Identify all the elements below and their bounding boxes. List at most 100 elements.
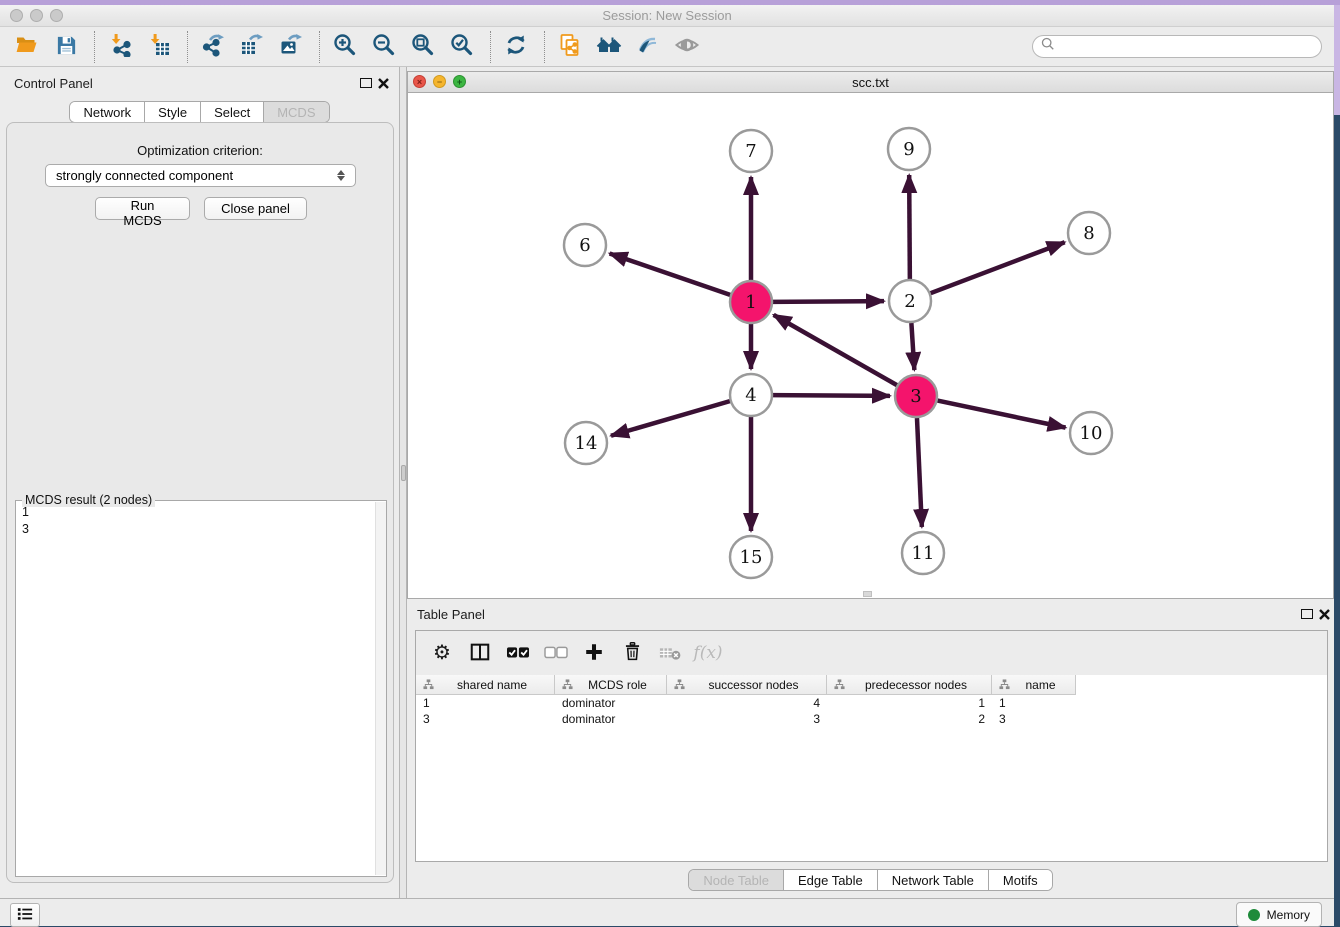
import-network-button[interactable]: [105, 32, 135, 62]
save-session-button[interactable]: [51, 32, 81, 62]
graph-node-11[interactable]: 11: [902, 532, 944, 574]
table-cell[interactable]: 1: [827, 695, 992, 711]
graph-edge-2-3[interactable]: [911, 323, 914, 370]
control-panel-float-button[interactable]: [360, 78, 372, 88]
graph-node-2[interactable]: 2: [889, 280, 931, 322]
table-cell[interactable]: 3: [992, 711, 1076, 727]
zoom-fit-button[interactable]: [408, 32, 438, 62]
graph-node-1[interactable]: 1: [730, 281, 772, 323]
column-header-shared-name[interactable]: shared name: [416, 675, 555, 695]
graph-node-6[interactable]: 6: [564, 224, 606, 266]
show-columns-button[interactable]: [464, 637, 496, 669]
graph-edge-4-3[interactable]: [773, 395, 890, 396]
tab-style[interactable]: Style: [144, 102, 200, 122]
export-image-button[interactable]: [276, 32, 306, 62]
tab-node-table[interactable]: Node Table: [689, 870, 783, 890]
column-header-predecessor-nodes[interactable]: predecessor nodes: [827, 675, 992, 695]
zoom-selected-button[interactable]: [447, 32, 477, 62]
table-cell[interactable]: dominator: [555, 695, 667, 711]
graph-node-15[interactable]: 15: [730, 536, 772, 578]
control-panel-close-button[interactable]: [377, 76, 391, 90]
graph-node-14[interactable]: 14: [565, 422, 607, 464]
deselect-all-columns-button[interactable]: [540, 637, 572, 669]
graph-edge-3-11[interactable]: [917, 418, 922, 527]
memory-status-icon: [1248, 909, 1260, 921]
memory-button[interactable]: Memory: [1236, 902, 1322, 927]
table-settings-button[interactable]: ⚙: [426, 637, 458, 669]
tab-edge-table[interactable]: Edge Table: [783, 870, 877, 890]
panel-splitter[interactable]: [399, 67, 407, 898]
search-input[interactable]: [1060, 40, 1313, 54]
export-network-button[interactable]: [198, 32, 228, 62]
add-column-button[interactable]: [578, 637, 610, 669]
zoom-in-button[interactable]: [330, 32, 360, 62]
column-header-mcds-role[interactable]: MCDS role: [555, 675, 667, 695]
delete-column-button[interactable]: [616, 637, 648, 669]
function-icon: f(x): [693, 643, 722, 663]
table-cell[interactable]: 3: [416, 711, 555, 727]
hide-graphics-details-button[interactable]: [672, 32, 702, 62]
table-panel-close-button[interactable]: [1318, 607, 1332, 621]
tab-network[interactable]: Network: [70, 102, 144, 122]
refresh-view-button[interactable]: [501, 32, 531, 62]
result-scrollbar[interactable]: [375, 502, 386, 875]
graph-edge-4-14[interactable]: [611, 401, 730, 436]
graph-node-label: 8: [1083, 223, 1094, 244]
tab-network-table[interactable]: Network Table: [877, 870, 988, 890]
table-row[interactable]: 3dominator323: [416, 711, 1327, 727]
graph-node-label: 14: [575, 433, 598, 454]
graph-edge-3-10[interactable]: [938, 401, 1066, 428]
graph-edge-1-2[interactable]: [773, 301, 884, 302]
graph-node-10[interactable]: 10: [1070, 412, 1112, 454]
task-history-button[interactable]: [10, 903, 40, 927]
table-panel: Table Panel ⚙ f(x) shared nameMCDS roles…: [407, 601, 1334, 898]
zoom-out-button[interactable]: [369, 32, 399, 62]
close-panel-button[interactable]: Close panel: [204, 197, 307, 220]
graph-edge-1-6[interactable]: [610, 253, 731, 294]
show-graphics-details-button[interactable]: [633, 32, 663, 62]
table-row[interactable]: 1dominator411: [416, 695, 1327, 711]
table-cell[interactable]: 1: [416, 695, 555, 711]
table-cell[interactable]: 2: [827, 711, 992, 727]
control-panel-title: Control Panel: [14, 76, 93, 91]
import-table-button[interactable]: [144, 32, 174, 62]
column-header-successor-nodes[interactable]: successor nodes: [667, 675, 827, 695]
splitter-handle[interactable]: [401, 465, 406, 481]
tab-select[interactable]: Select: [200, 102, 263, 122]
open-session-button[interactable]: [12, 32, 42, 62]
table-cell[interactable]: dominator: [555, 711, 667, 727]
table-cell[interactable]: 4: [667, 695, 827, 711]
duplicate-network-button[interactable]: [555, 32, 585, 62]
graph-node-label: 1: [745, 292, 756, 313]
network-graph[interactable]: 1 2 3 4 6 7 8 9 10 11 14 15: [408, 93, 1333, 598]
graphics-details-icon: [636, 33, 660, 60]
export-table-button[interactable]: [237, 32, 267, 62]
column-type-icon: [999, 679, 1010, 690]
table-cell[interactable]: 1: [992, 695, 1076, 711]
mcds-result-box[interactable]: MCDS result (2 nodes) 13: [15, 500, 387, 877]
graph-edge-3-1[interactable]: [774, 315, 897, 385]
column-header-label: predecessor nodes: [845, 678, 987, 692]
select-all-columns-button[interactable]: [502, 637, 534, 669]
canvas-resize-grip[interactable]: [863, 591, 872, 597]
graph-edge-2-9[interactable]: [909, 175, 910, 279]
graph-node-4[interactable]: 4: [730, 374, 772, 416]
home-layout-button[interactable]: [594, 32, 624, 62]
delete-table-button[interactable]: [654, 637, 686, 669]
run-mcds-button[interactable]: Run MCDS: [95, 197, 190, 220]
graph-node-8[interactable]: 8: [1068, 212, 1110, 254]
table-panel-float-button[interactable]: [1301, 609, 1313, 619]
result-line: 3: [22, 521, 368, 538]
column-header-name[interactable]: name: [992, 675, 1076, 695]
graph-node-3[interactable]: 3: [895, 375, 937, 417]
unchecked-boxes-icon: [543, 641, 569, 666]
graph-edge-2-8[interactable]: [931, 242, 1065, 293]
graph-node-label: 10: [1080, 423, 1103, 444]
tab-mcds[interactable]: MCDS: [263, 102, 328, 122]
graph-node-9[interactable]: 9: [888, 128, 930, 170]
graph-node-7[interactable]: 7: [730, 130, 772, 172]
table-cell[interactable]: 3: [667, 711, 827, 727]
criterion-dropdown[interactable]: strongly connected component: [45, 164, 356, 187]
tab-motifs[interactable]: Motifs: [988, 870, 1052, 890]
function-builder-button[interactable]: f(x): [692, 637, 724, 669]
